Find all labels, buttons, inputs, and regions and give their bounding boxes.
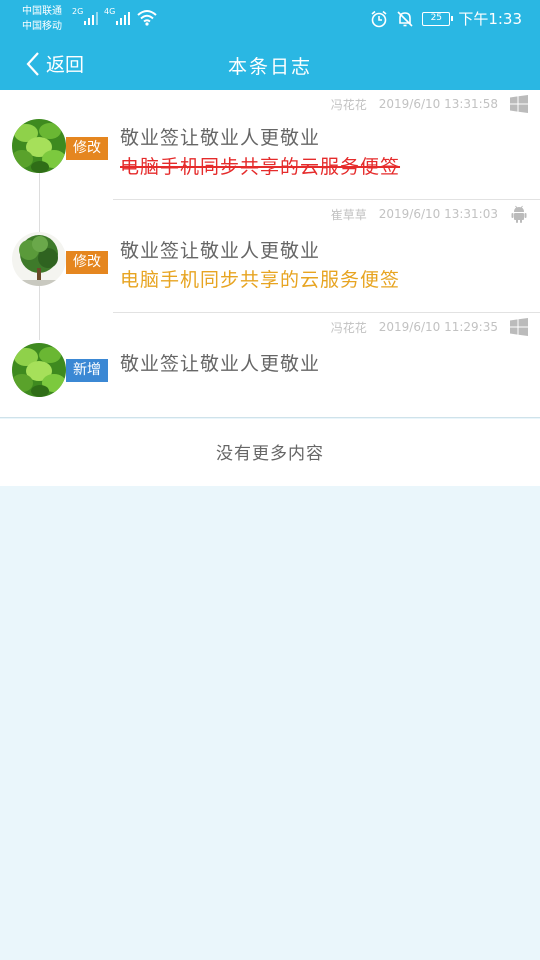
status-time: 下午1:33 — [458, 10, 522, 28]
entry-line-deleted: 电脑手机同步共享的云服务便签 — [120, 156, 401, 178]
carrier-2: 中国移动 — [22, 21, 62, 32]
network-type-1: 2G — [72, 7, 84, 16]
avatar — [12, 232, 66, 286]
signal-2-icon: 4G — [104, 7, 130, 25]
nav-bar: 返回 本条日志 — [0, 38, 540, 90]
entry-timestamp: 2019/6/10 13:31:03 — [378, 207, 498, 221]
avatar — [12, 343, 66, 397]
avatar — [12, 119, 66, 173]
entry-meta: 冯花花 2019/6/10 13:31:58 — [331, 95, 528, 113]
no-more-content: 没有更多内容 — [0, 419, 540, 486]
tree-avatar-image — [12, 232, 66, 286]
log-list: 冯花花 2019/6/10 13:31:58 修改 敬业签让敬业人更敬业 电脑手… — [0, 90, 540, 418]
entry-meta: 冯花花 2019/6/10 11:29:35 — [331, 318, 528, 336]
alarm-icon — [371, 10, 387, 27]
network-type-2: 4G — [104, 7, 116, 16]
action-tag-add: 新增 — [66, 359, 108, 382]
entry-timestamp: 2019/6/10 13:31:58 — [378, 97, 498, 111]
entry-line-1: 敬业签让敬业人更敬业 — [120, 127, 321, 149]
entry-user: 崔草草 — [330, 207, 367, 222]
action-tag-modify: 修改 — [66, 137, 108, 160]
entry-line-1: 敬业签让敬业人更敬业 — [120, 240, 321, 262]
page-title: 本条日志 — [227, 56, 312, 78]
windows-icon — [510, 95, 528, 113]
log-entry[interactable]: 崔草草 2019/6/10 13:31:03 修改 敬业签让敬业人更敬业 电脑手… — [0, 200, 540, 313]
entry-timestamp: 2019/6/10 11:29:35 — [378, 320, 498, 334]
wifi-icon — [137, 10, 157, 26]
battery-level: 25 — [430, 12, 443, 23]
entry-meta: 崔草草 2019/6/10 13:31:03 — [331, 205, 528, 223]
entry-line-added: 电脑手机同步共享的云服务便签 — [120, 269, 401, 291]
windows-icon — [510, 318, 528, 336]
log-entry[interactable]: 冯花花 2019/6/10 11:29:35 新增 敬业签让敬业人更敬业 — [0, 313, 540, 418]
log-entry[interactable]: 冯花花 2019/6/10 13:31:58 修改 敬业签让敬业人更敬业 电脑手… — [0, 90, 540, 200]
signal-1-icon: 2G — [72, 7, 98, 25]
mute-bell-icon — [397, 10, 413, 27]
entry-user: 冯花花 — [330, 97, 367, 112]
plant-avatar-image — [12, 343, 66, 397]
status-right: 25 下午1:33 — [370, 8, 522, 29]
entry-user: 冯花花 — [330, 320, 367, 335]
status-bar: 中国联通 中国移动 2G 4G 25 下午1:33 — [0, 0, 540, 38]
android-icon — [511, 205, 527, 223]
carrier-1: 中国联通 — [22, 6, 62, 17]
battery-icon: 25 — [422, 11, 454, 26]
action-tag-modify: 修改 — [66, 251, 108, 274]
plant-avatar-image — [12, 119, 66, 173]
carrier-info: 中国联通 中国移动 — [22, 4, 62, 34]
entry-line-1: 敬业签让敬业人更敬业 — [120, 353, 321, 375]
